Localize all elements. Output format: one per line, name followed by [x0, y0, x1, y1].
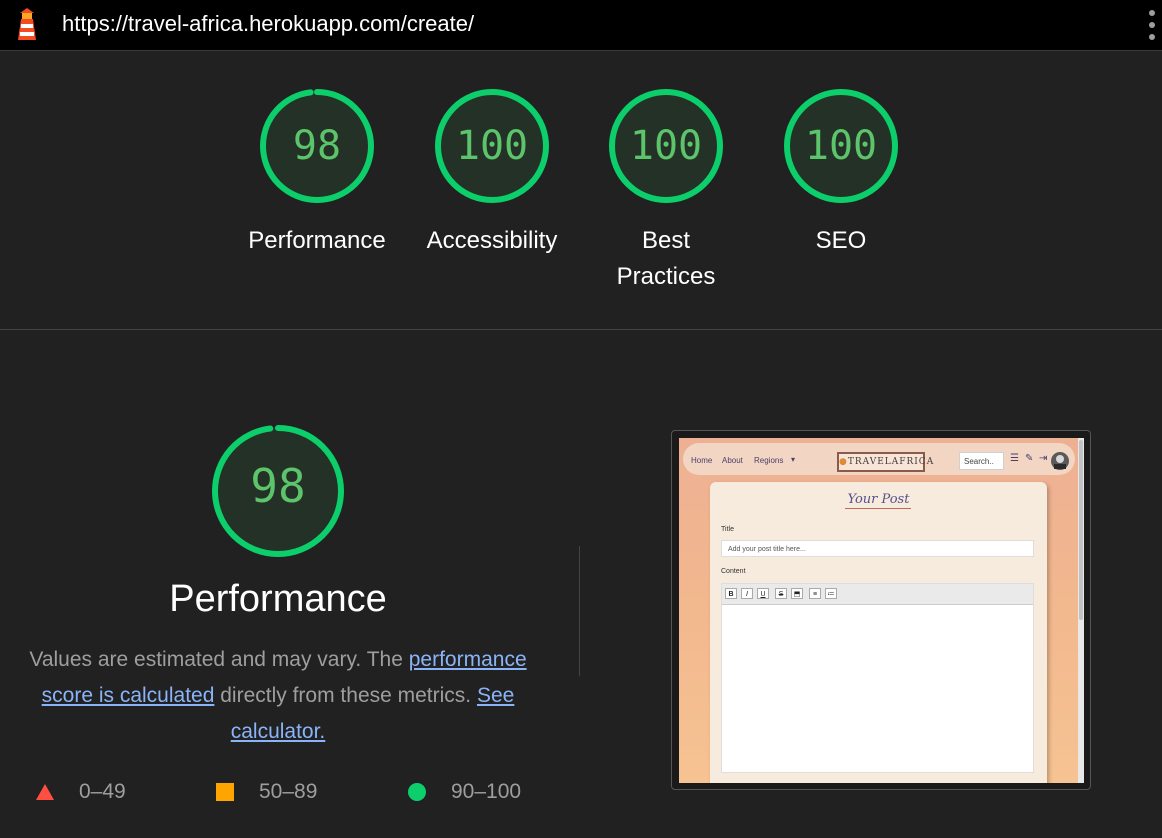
thumb-logo-text: TRAVELAFRICA: [847, 457, 935, 467]
gauge-label: Performance: [248, 227, 386, 254]
vertical-divider: [579, 546, 580, 676]
thumb-card-title: Your Post: [847, 492, 910, 507]
italic-icon: I: [741, 588, 753, 599]
underline-icon: U: [757, 588, 769, 599]
thumb-content-editor: B I U S ⬒ ≡ ≔: [721, 583, 1034, 773]
thumb-title-label: Title: [721, 526, 734, 533]
thumb-search: Search..: [959, 452, 1004, 470]
bold-icon: B: [725, 588, 737, 599]
list-icon: ☰: [1010, 453, 1019, 464]
legend-range: 90–100: [451, 780, 522, 803]
thumb-editor-toolbar: B I U S ⬒ ≡ ≔: [722, 584, 1033, 605]
page-screenshot[interactable]: Home About Regions ▾ ●TRAVELAFRICA Searc…: [679, 438, 1084, 783]
gauge-label: Accessibility: [426, 227, 558, 254]
performance-gauge: 98: [208, 421, 348, 561]
score-summary: 98 Performance 100 Accessibility 100 Bes…: [0, 51, 1162, 329]
bullet-list-icon: ≡: [809, 588, 821, 599]
section-divider: [0, 329, 1162, 330]
thumb-logo: ●TRAVELAFRICA: [837, 452, 933, 472]
thumb-navbar: Home About Regions ▾ ●TRAVELAFRICA Searc…: [683, 443, 1075, 475]
eraser-icon: ⬒: [791, 588, 803, 599]
thumb-post-card: Your Post Title Add your post title here…: [710, 482, 1047, 783]
circle-icon: [408, 783, 426, 801]
numbered-list-icon: ≔: [825, 588, 837, 599]
gauge-label-line: Best: [641, 227, 691, 254]
legend-pass: 90–100: [407, 780, 521, 804]
thumb-nav-about: About: [722, 456, 743, 465]
desc-text: Values are estimated and may vary. The: [29, 648, 409, 671]
thumb-nav-home: Home: [691, 456, 713, 465]
avatar-icon: [1051, 452, 1069, 470]
gauge-performance[interactable]: 98 Performance: [237, 87, 397, 259]
address-bar: https://travel-africa.herokuapp.com/crea…: [0, 0, 1162, 51]
performance-description: Values are estimated and may vary. The p…: [14, 642, 542, 750]
triangle-icon: [36, 784, 54, 800]
edit-icon: ✎: [1025, 453, 1034, 464]
gauge-best-practices[interactable]: 100 Best Practices: [586, 87, 746, 295]
strikethrough-icon: S: [775, 588, 787, 599]
thumb-content-label: Content: [721, 568, 746, 575]
legend-range: 50–89: [259, 780, 318, 803]
legend-average: 50–89: [215, 780, 317, 804]
gauge-score: 98: [292, 123, 342, 169]
gauge-label-line: Practices: [616, 263, 716, 290]
legend-range: 0–49: [79, 780, 126, 803]
thumb-title-input: Add your post title here...: [721, 540, 1034, 557]
caret-down-icon: ▾: [791, 455, 796, 464]
gauge-accessibility[interactable]: 100 Accessibility: [412, 87, 572, 259]
gauge-label: SEO: [815, 227, 867, 254]
gauge-seo[interactable]: 100 SEO: [761, 87, 921, 259]
square-icon: [216, 783, 234, 801]
gauge-score: 100: [629, 123, 703, 169]
title-underline: [845, 508, 911, 509]
page-url: https://travel-africa.herokuapp.com/crea…: [62, 11, 475, 36]
performance-title: Performance: [169, 578, 387, 620]
gauge-label: Best Practices: [586, 223, 746, 295]
thumb-scrollbar: [1078, 438, 1084, 783]
performance-score: 98: [250, 459, 306, 513]
gauge-score: 100: [804, 123, 878, 169]
lighthouse-logo-icon: [18, 8, 36, 40]
desc-text: directly from these metrics.: [214, 684, 477, 707]
gauge-score: 100: [455, 123, 529, 169]
thumb-nav-regions: Regions: [754, 456, 784, 465]
logout-icon: ⇥: [1039, 453, 1048, 464]
globe-icon: ●: [839, 457, 848, 467]
legend-fail: 0–49: [35, 780, 126, 804]
more-options-icon[interactable]: [1146, 8, 1158, 42]
